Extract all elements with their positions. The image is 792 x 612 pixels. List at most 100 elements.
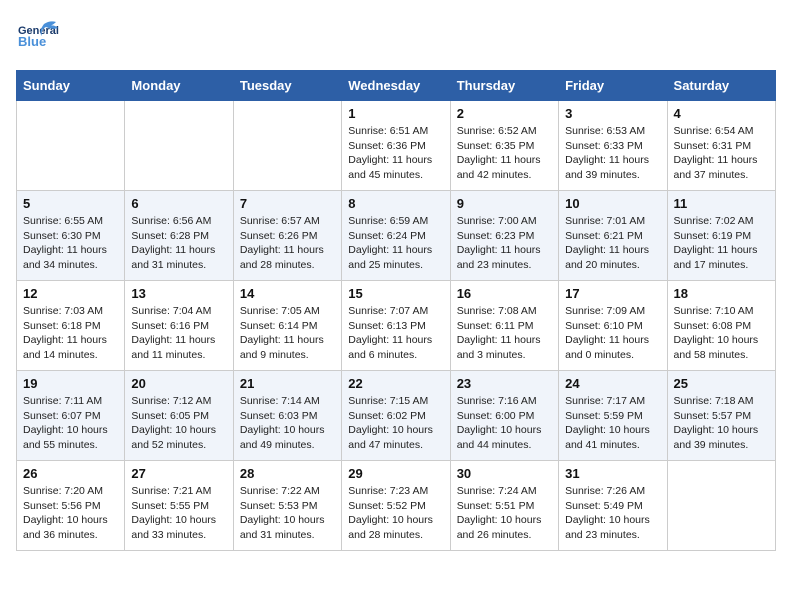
calendar-cell	[667, 461, 775, 551]
day-number: 2	[457, 106, 552, 121]
calendar-week-row: 26Sunrise: 7:20 AM Sunset: 5:56 PM Dayli…	[17, 461, 776, 551]
cell-content: Sunrise: 6:53 AM Sunset: 6:33 PM Dayligh…	[565, 124, 660, 183]
calendar-cell: 1 Sunrise: 6:51 AM Sunset: 6:36 PM Daylig…	[342, 101, 450, 191]
calendar-cell: 12 Sunrise: 7:03 AM Sunset: 6:18 PM Dayli…	[17, 281, 125, 371]
calendar-cell: 17 Sunrise: 7:09 AM Sunset: 6:10 PM Dayli…	[559, 281, 667, 371]
calendar-cell	[125, 101, 233, 191]
calendar-cell: 23 Sunrise: 7:16 AM Sunset: 6:00 PM Dayli…	[450, 371, 558, 461]
logo: General Blue	[16, 16, 60, 60]
calendar-week-row: 5 Sunrise: 6:55 AM Sunset: 6:30 PM Daylig…	[17, 191, 776, 281]
cell-content: Sunrise: 7:08 AM Sunset: 6:11 PM Dayligh…	[457, 304, 552, 363]
calendar-cell: 25Sunrise: 7:18 AM Sunset: 5:57 PM Dayli…	[667, 371, 775, 461]
day-number: 1	[348, 106, 443, 121]
cell-content: Sunrise: 7:12 AM Sunset: 6:05 PM Dayligh…	[131, 394, 226, 453]
calendar-cell: 24 Sunrise: 7:17 AM Sunset: 5:59 PM Dayli…	[559, 371, 667, 461]
day-number: 17	[565, 286, 660, 301]
day-number: 6	[131, 196, 226, 211]
day-number: 31	[565, 466, 660, 481]
day-header: Saturday	[667, 71, 775, 101]
day-number: 30	[457, 466, 552, 481]
day-number: 27	[131, 466, 226, 481]
cell-content: Sunrise: 6:59 AM Sunset: 6:24 PM Dayligh…	[348, 214, 443, 273]
cell-content: Sunrise: 7:04 AM Sunset: 6:16 PM Dayligh…	[131, 304, 226, 363]
cell-content: Sunrise: 7:18 AM Sunset: 5:57 PM Dayligh…	[674, 394, 769, 453]
cell-content: Sunrise: 6:51 AM Sunset: 6:36 PM Dayligh…	[348, 124, 443, 183]
day-number: 21	[240, 376, 335, 391]
calendar-cell: 8 Sunrise: 6:59 AM Sunset: 6:24 PM Daylig…	[342, 191, 450, 281]
calendar-cell: 22Sunrise: 7:15 AM Sunset: 6:02 PM Dayli…	[342, 371, 450, 461]
cell-content: Sunrise: 7:17 AM Sunset: 5:59 PM Dayligh…	[565, 394, 660, 453]
calendar-cell: 7 Sunrise: 6:57 AM Sunset: 6:26 PM Daylig…	[233, 191, 341, 281]
calendar-cell: 19 Sunrise: 7:11 AM Sunset: 6:07 PM Dayli…	[17, 371, 125, 461]
calendar-cell	[17, 101, 125, 191]
cell-content: Sunrise: 7:24 AM Sunset: 5:51 PM Dayligh…	[457, 484, 552, 543]
day-number: 19	[23, 376, 118, 391]
calendar-cell: 18Sunrise: 7:10 AM Sunset: 6:08 PM Dayli…	[667, 281, 775, 371]
calendar-cell: 26Sunrise: 7:20 AM Sunset: 5:56 PM Dayli…	[17, 461, 125, 551]
day-number: 28	[240, 466, 335, 481]
day-number: 20	[131, 376, 226, 391]
calendar-week-row: 1 Sunrise: 6:51 AM Sunset: 6:36 PM Daylig…	[17, 101, 776, 191]
day-number: 11	[674, 196, 769, 211]
day-number: 14	[240, 286, 335, 301]
calendar-cell: 4Sunrise: 6:54 AM Sunset: 6:31 PM Daylig…	[667, 101, 775, 191]
day-header: Tuesday	[233, 71, 341, 101]
cell-content: Sunrise: 7:11 AM Sunset: 6:07 PM Dayligh…	[23, 394, 118, 453]
cell-content: Sunrise: 7:07 AM Sunset: 6:13 PM Dayligh…	[348, 304, 443, 363]
svg-text:Blue: Blue	[18, 34, 46, 49]
calendar-cell: 11 Sunrise: 7:02 AM Sunset: 6:19 PM Dayli…	[667, 191, 775, 281]
calendar-cell: 9 Sunrise: 7:00 AM Sunset: 6:23 PM Daylig…	[450, 191, 558, 281]
calendar-cell: 21 Sunrise: 7:14 AM Sunset: 6:03 PM Dayli…	[233, 371, 341, 461]
cell-content: Sunrise: 6:57 AM Sunset: 6:26 PM Dayligh…	[240, 214, 335, 273]
cell-content: Sunrise: 7:09 AM Sunset: 6:10 PM Dayligh…	[565, 304, 660, 363]
cell-content: Sunrise: 7:21 AM Sunset: 5:55 PM Dayligh…	[131, 484, 226, 543]
calendar-cell: 28 Sunrise: 7:22 AM Sunset: 5:53 PM Dayli…	[233, 461, 341, 551]
calendar-cell: 14 Sunrise: 7:05 AM Sunset: 6:14 PM Dayli…	[233, 281, 341, 371]
cell-content: Sunrise: 6:52 AM Sunset: 6:35 PM Dayligh…	[457, 124, 552, 183]
cell-content: Sunrise: 6:54 AM Sunset: 6:31 PM Dayligh…	[674, 124, 769, 183]
calendar-table: SundayMondayTuesdayWednesdayThursdayFrid…	[16, 70, 776, 551]
calendar-cell: 31 Sunrise: 7:26 AM Sunset: 5:49 PM Dayli…	[559, 461, 667, 551]
day-number: 15	[348, 286, 443, 301]
day-number: 7	[240, 196, 335, 211]
day-header: Sunday	[17, 71, 125, 101]
day-header: Wednesday	[342, 71, 450, 101]
day-number: 23	[457, 376, 552, 391]
day-number: 9	[457, 196, 552, 211]
day-number: 13	[131, 286, 226, 301]
cell-content: Sunrise: 7:10 AM Sunset: 6:08 PM Dayligh…	[674, 304, 769, 363]
day-number: 3	[565, 106, 660, 121]
header: General Blue	[16, 16, 776, 60]
cell-content: Sunrise: 7:01 AM Sunset: 6:21 PM Dayligh…	[565, 214, 660, 273]
calendar-cell: 15 Sunrise: 7:07 AM Sunset: 6:13 PM Dayli…	[342, 281, 450, 371]
logo-icon: General Blue	[16, 16, 60, 60]
cell-content: Sunrise: 7:15 AM Sunset: 6:02 PM Dayligh…	[348, 394, 443, 453]
day-header: Friday	[559, 71, 667, 101]
cell-content: Sunrise: 7:16 AM Sunset: 6:00 PM Dayligh…	[457, 394, 552, 453]
day-number: 10	[565, 196, 660, 211]
cell-content: Sunrise: 7:02 AM Sunset: 6:19 PM Dayligh…	[674, 214, 769, 273]
cell-content: Sunrise: 6:56 AM Sunset: 6:28 PM Dayligh…	[131, 214, 226, 273]
calendar-cell: 5 Sunrise: 6:55 AM Sunset: 6:30 PM Daylig…	[17, 191, 125, 281]
calendar-cell: 13 Sunrise: 7:04 AM Sunset: 6:16 PM Dayli…	[125, 281, 233, 371]
cell-content: Sunrise: 7:03 AM Sunset: 6:18 PM Dayligh…	[23, 304, 118, 363]
day-number: 16	[457, 286, 552, 301]
cell-content: Sunrise: 7:05 AM Sunset: 6:14 PM Dayligh…	[240, 304, 335, 363]
day-number: 24	[565, 376, 660, 391]
calendar-cell: 29Sunrise: 7:23 AM Sunset: 5:52 PM Dayli…	[342, 461, 450, 551]
cell-content: Sunrise: 7:00 AM Sunset: 6:23 PM Dayligh…	[457, 214, 552, 273]
calendar-cell	[233, 101, 341, 191]
day-number: 5	[23, 196, 118, 211]
calendar-cell: 2 Sunrise: 6:52 AM Sunset: 6:35 PM Daylig…	[450, 101, 558, 191]
day-number: 12	[23, 286, 118, 301]
calendar-cell: 6 Sunrise: 6:56 AM Sunset: 6:28 PM Daylig…	[125, 191, 233, 281]
cell-content: Sunrise: 7:14 AM Sunset: 6:03 PM Dayligh…	[240, 394, 335, 453]
day-number: 8	[348, 196, 443, 211]
cell-content: Sunrise: 6:55 AM Sunset: 6:30 PM Dayligh…	[23, 214, 118, 273]
calendar-cell: 16 Sunrise: 7:08 AM Sunset: 6:11 PM Dayli…	[450, 281, 558, 371]
calendar-cell: 3 Sunrise: 6:53 AM Sunset: 6:33 PM Daylig…	[559, 101, 667, 191]
cell-content: Sunrise: 7:26 AM Sunset: 5:49 PM Dayligh…	[565, 484, 660, 543]
day-number: 29	[348, 466, 443, 481]
cell-content: Sunrise: 7:22 AM Sunset: 5:53 PM Dayligh…	[240, 484, 335, 543]
calendar-week-row: 19 Sunrise: 7:11 AM Sunset: 6:07 PM Dayli…	[17, 371, 776, 461]
